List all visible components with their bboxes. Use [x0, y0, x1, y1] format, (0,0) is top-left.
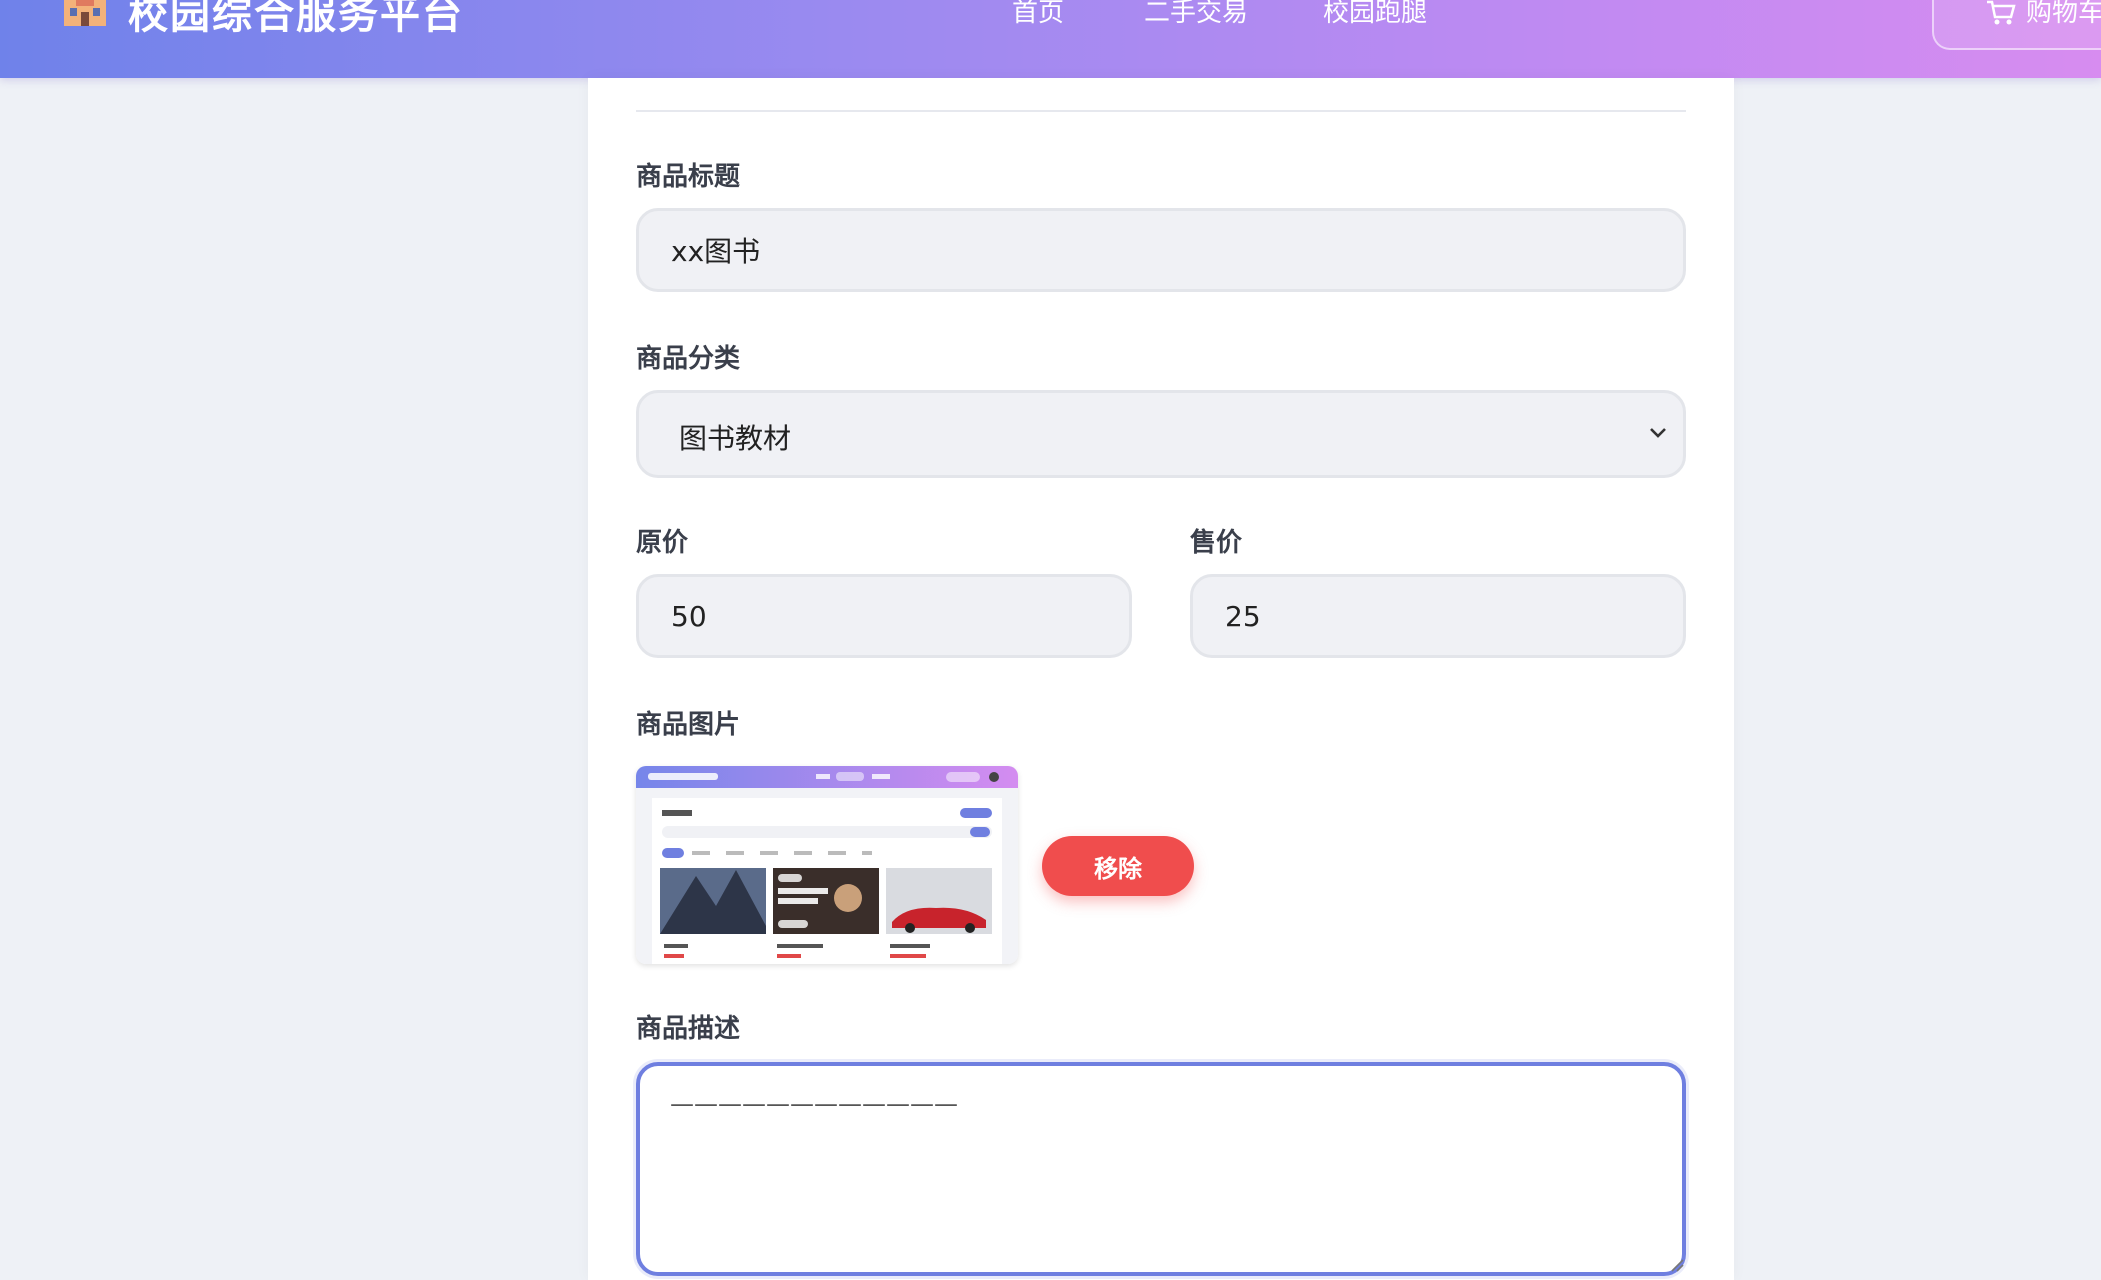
app-title: 校园综合服务平台	[128, 0, 464, 38]
sale-price-label: 售价	[1190, 528, 1243, 558]
section-divider	[636, 110, 1686, 112]
remove-image-button[interactable]: 移除	[1042, 836, 1194, 896]
top-navigation-bar: 校园综合服务平台 首页 二手交易 校园跑腿 购物车	[0, 0, 2101, 78]
category-label: 商品分类	[636, 344, 741, 374]
category-select[interactable]: 图书教材	[636, 390, 1686, 478]
category-selected-value: 图书教材	[679, 422, 792, 455]
image-label: 商品图片	[636, 710, 741, 740]
title-label: 商品标题	[636, 162, 741, 192]
resize-handle-icon[interactable]	[1670, 1258, 1684, 1272]
title-input[interactable]	[636, 208, 1686, 292]
original-price-label: 原价	[636, 528, 689, 558]
original-price-input[interactable]	[636, 574, 1132, 658]
publish-form-card: 商品标题 商品分类 图书教材 原价 售价 商品图片	[588, 78, 1734, 1280]
cart-button[interactable]: 购物车	[1932, 0, 2101, 50]
description-textarea[interactable]: ————————————	[636, 1062, 1686, 1276]
product-image-thumbnail[interactable]	[636, 766, 1018, 964]
nav-errand[interactable]: 校园跑腿	[1323, 0, 1427, 29]
nav-home[interactable]: 首页	[1012, 0, 1064, 29]
chevron-down-icon	[1650, 428, 1666, 438]
shopping-cart-icon	[1987, 0, 2016, 25]
sale-price-input[interactable]	[1190, 574, 1686, 658]
description-label: 商品描述	[636, 1014, 741, 1044]
nav-second-hand[interactable]: 二手交易	[1144, 0, 1248, 29]
screenshot-preview-image	[636, 766, 1018, 964]
school-building-icon	[64, 0, 106, 26]
cart-label: 购物车	[2026, 0, 2101, 28]
